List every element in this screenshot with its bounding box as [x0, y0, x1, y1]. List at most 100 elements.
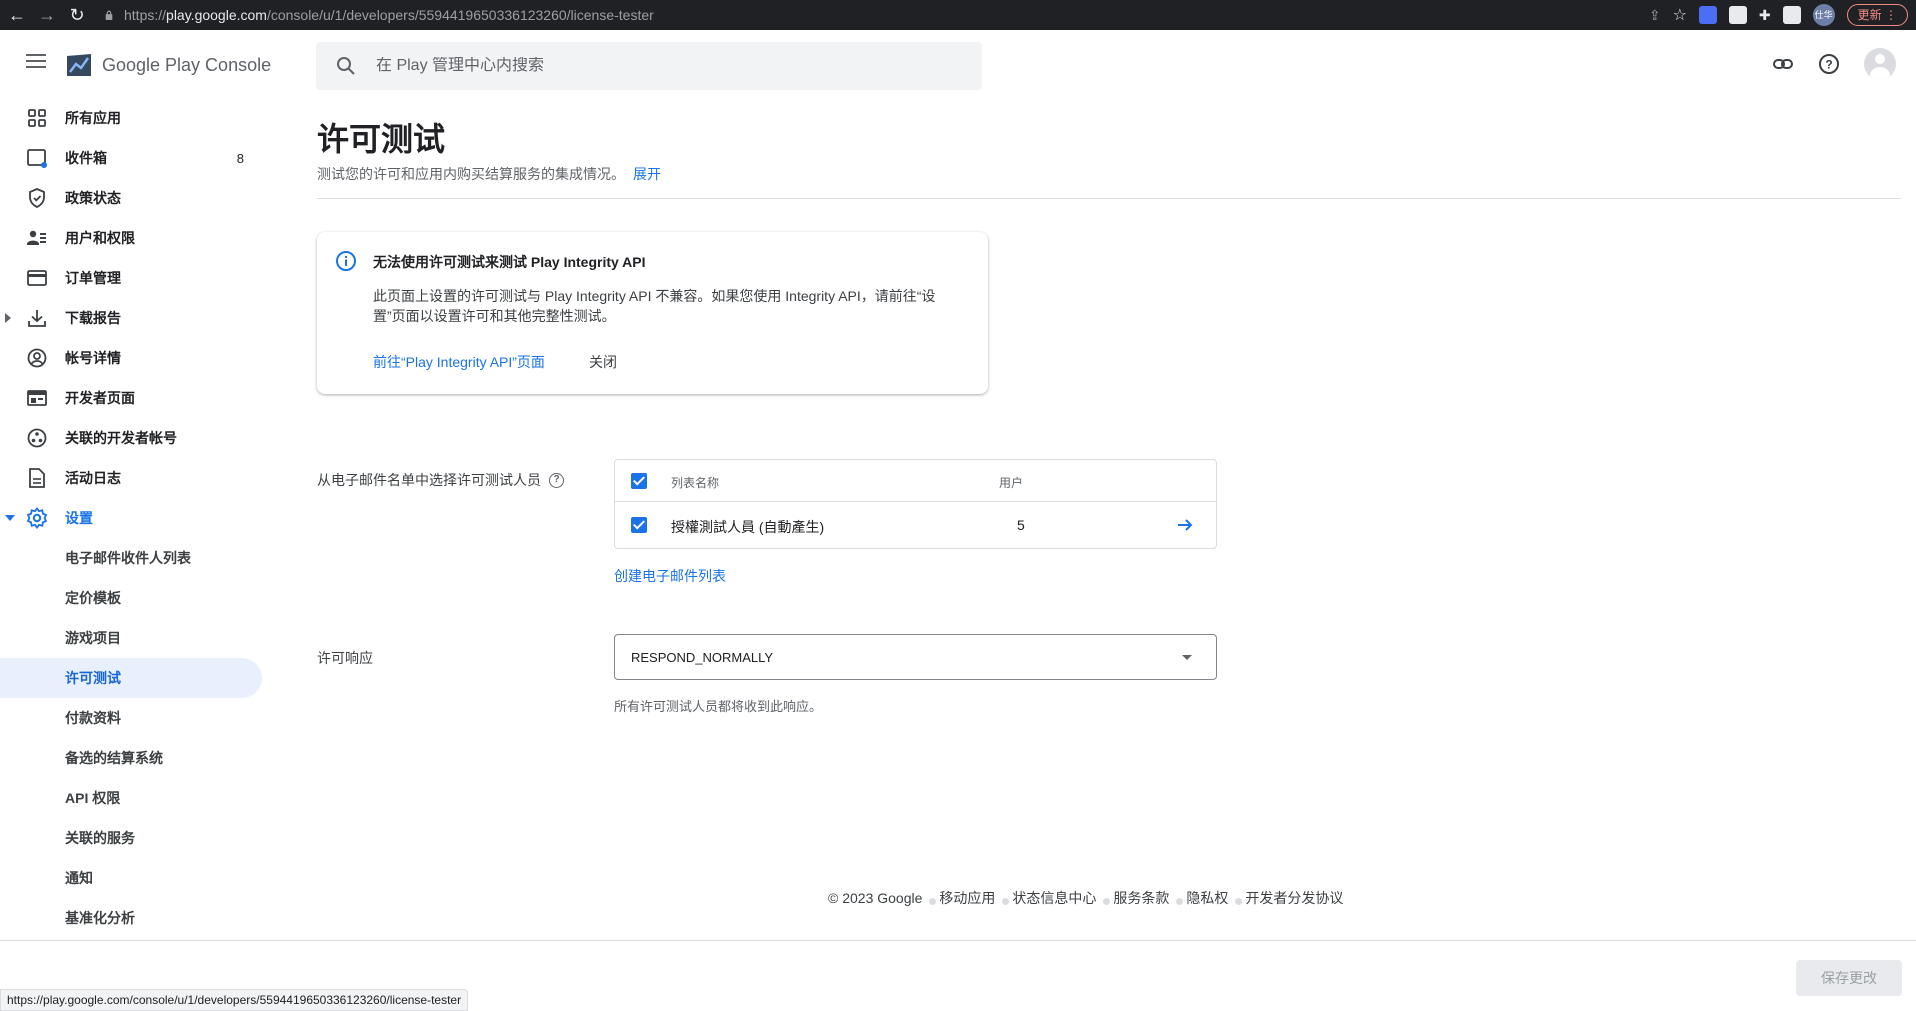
go-to-integrity-api-link[interactable]: 前往“Play Integrity API”页面	[373, 352, 545, 372]
sidebar-item-developer-page[interactable]: 开发者页面	[0, 378, 262, 418]
page-footer: © 2023 Google 移动应用 状态信息中心 服务条款 隐私权 开发者分发…	[828, 888, 1343, 908]
footer-separator	[1002, 897, 1010, 905]
footer-link-mobile-app[interactable]: 移动应用	[939, 888, 995, 908]
sidebar-item-label: 下载报告	[65, 310, 121, 326]
play-console-logo-icon	[67, 54, 91, 76]
sidebar-subitem-license-testing[interactable]: 许可测试	[0, 658, 262, 698]
sidebar-subitem-benchmarking[interactable]: 基准化分析	[0, 898, 262, 938]
menu-icon[interactable]	[26, 54, 46, 72]
url-path: /console/u/1/developers/5594419650336123…	[266, 7, 654, 23]
sidebar-item-label: 收件箱	[65, 150, 107, 166]
extension-icon[interactable]	[1728, 6, 1747, 24]
sidebar-item-label: 所有应用	[65, 110, 121, 126]
footer-link-terms[interactable]: 服务条款	[1113, 888, 1169, 908]
update-label: 更新	[1857, 8, 1882, 22]
download-icon	[26, 307, 48, 329]
sidebar-item-users-permissions[interactable]: 用户和权限	[0, 218, 262, 258]
sidebar-item-order-management[interactable]: 订单管理	[0, 258, 262, 298]
dropdown-arrow-icon	[1182, 655, 1192, 660]
sidebar-item-inbox[interactable]: 收件箱 8	[0, 138, 262, 178]
profile-avatar[interactable]: 仕华	[1812, 4, 1835, 26]
reload-icon[interactable]: ↻	[64, 5, 90, 26]
row-checkbox[interactable]	[631, 517, 647, 533]
page-description: 测试您的许可和应用内购买结算服务的集成情况。 展开	[317, 164, 661, 184]
account-avatar[interactable]	[1864, 48, 1896, 80]
page-title: 许可测试	[317, 121, 446, 157]
address-bar[interactable]: https://play.google.com/console/u/1/deve…	[124, 7, 654, 23]
sidebar-item-activity-log[interactable]: 活动日志	[0, 458, 262, 498]
sidebar-subitem-alternative-billing[interactable]: 备选的结算系统	[0, 738, 262, 778]
logo-text: Google Play Console	[102, 54, 272, 75]
license-response-select[interactable]: RESPOND_NORMALLY	[614, 634, 1217, 680]
footer-link-developer-agreement[interactable]: 开发者分发协议	[1245, 888, 1343, 908]
create-email-list-link[interactable]: 创建电子邮件列表	[614, 566, 726, 586]
update-button[interactable]: 更新 ⋮	[1846, 4, 1908, 26]
footer-separator	[1176, 897, 1184, 905]
expand-link[interactable]: 展开	[633, 166, 661, 182]
back-icon[interactable]: ←	[4, 5, 30, 26]
extension-icon[interactable]	[1698, 6, 1717, 24]
notice-title: 无法使用许可测试来测试 Play Integrity API	[373, 254, 646, 270]
sidebar-item-label: 开发者页面	[65, 390, 135, 406]
sidebar-subitem-pricing-templates[interactable]: 定价模板	[0, 578, 262, 618]
sidebar-subitem-email-lists[interactable]: 电子邮件收件人列表	[0, 538, 262, 578]
sidebar-subitem-game-projects[interactable]: 游戏项目	[0, 618, 262, 658]
sidebar-item-download-reports[interactable]: 下载报告	[0, 298, 262, 338]
page-description-text: 测试您的许可和应用内购买结算服务的集成情况。	[317, 166, 625, 182]
sidebar-item-account-details[interactable]: 帐号详情	[0, 338, 262, 378]
share-icon[interactable]: ⇪	[1649, 7, 1661, 24]
credit-card-icon	[26, 267, 48, 289]
table-row[interactable]: 授權測試人員 (自動產生) 5	[615, 502, 1216, 549]
play-console-logo[interactable]: Google Play Console	[64, 50, 271, 80]
lock-icon[interactable]	[104, 10, 114, 20]
list-name-cell: 授權測試人員 (自動產生)	[671, 519, 825, 535]
column-header-users: 用户	[999, 476, 1024, 490]
sidebar-item-label: 政策状态	[65, 190, 121, 206]
gear-icon	[26, 507, 48, 529]
sidebar-item-policy-status[interactable]: 政策状态	[0, 178, 262, 218]
sidebar-subitem-api-access[interactable]: API 权限	[0, 778, 262, 818]
sidebar-subitem-payments-profile[interactable]: 付款资料	[0, 698, 262, 738]
svg-text:?: ?	[1825, 58, 1832, 72]
inbox-count: 8	[236, 150, 244, 166]
bookmark-star-icon[interactable]: ☆	[1673, 5, 1687, 25]
table-header: 列表名称 用户	[615, 460, 1216, 502]
testers-section-label: 从电子邮件名单中选择许可测试人员 ?	[317, 470, 564, 490]
sidebar-item-settings[interactable]: 设置	[0, 498, 262, 538]
link-hover-status: https://play.google.com/console/u/1/deve…	[0, 989, 469, 1011]
sidebar-item-linked-developer-accounts[interactable]: 关联的开发者帐号	[0, 418, 262, 458]
sidebar: 所有应用 收件箱 8 政策状态 用户和权限 订单管理 下载报告 帐号详情 开发者…	[0, 98, 262, 940]
side-panel-icon[interactable]	[1782, 6, 1801, 24]
sidebar-item-label: 设置	[65, 510, 93, 526]
footer-link-status-dashboard[interactable]: 状态信息中心	[1012, 888, 1096, 908]
arrow-right-icon[interactable]	[1176, 516, 1194, 534]
help-icon[interactable]: ?	[1818, 53, 1840, 75]
puzzle-icon[interactable]: ✚	[1759, 7, 1771, 24]
web-page-icon	[26, 387, 48, 409]
app-header: Google Play Console ?	[0, 30, 1916, 98]
sidebar-subitem-linked-services[interactable]: 关联的服务	[0, 818, 262, 858]
info-icon	[336, 251, 356, 271]
license-response-label: 许可响应	[317, 650, 373, 666]
select-all-checkbox[interactable]	[631, 473, 647, 489]
sidebar-item-all-apps[interactable]: 所有应用	[0, 98, 262, 138]
search-icon	[337, 57, 355, 75]
license-response-help: 所有许可测试人员都将收到此响应。	[614, 699, 823, 714]
sidebar-item-label: 用户和权限	[65, 230, 135, 246]
search-bar[interactable]	[316, 42, 982, 90]
expand-caret-icon[interactable]	[5, 313, 11, 323]
search-input[interactable]	[376, 57, 936, 75]
help-circle-icon[interactable]: ?	[549, 472, 564, 488]
save-changes-button[interactable]: 保存更改	[1796, 960, 1902, 996]
link-icon[interactable]	[1772, 53, 1794, 75]
testers-label: 从电子邮件名单中选择许可测试人员	[317, 472, 541, 488]
footer-separator	[1103, 897, 1111, 905]
users-icon	[26, 227, 48, 249]
collapse-caret-icon[interactable]	[5, 515, 15, 521]
sidebar-item-label: 帐号详情	[65, 350, 121, 366]
footer-link-privacy[interactable]: 隐私权	[1186, 888, 1228, 908]
close-notice-button[interactable]: 关闭	[589, 352, 617, 372]
sidebar-subitem-notifications[interactable]: 通知	[0, 858, 262, 898]
browser-toolbar: ← → ↻ https://play.google.com/console/u/…	[0, 0, 1916, 30]
forward-icon[interactable]: →	[34, 5, 60, 26]
